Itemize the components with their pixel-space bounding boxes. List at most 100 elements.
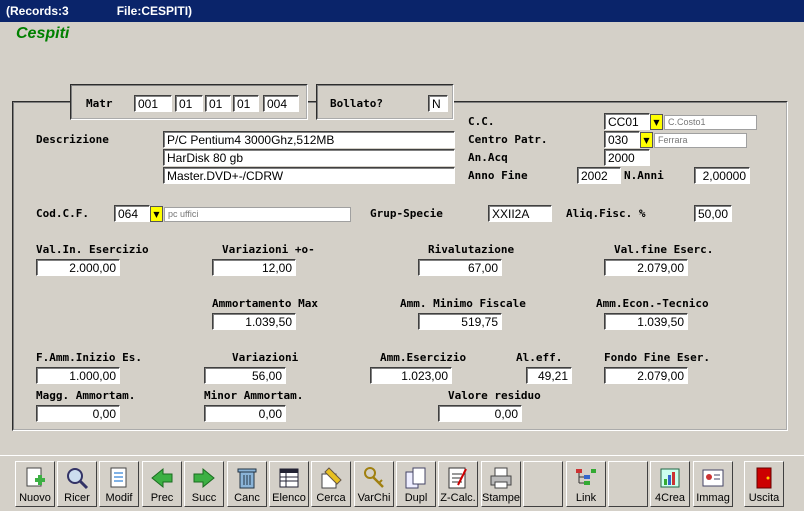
cod-cf-description: pc uffici [164,207,351,222]
create-icon [657,466,683,490]
an-acq-label: An.Acq [468,151,508,164]
prec-button[interactable]: Prec [142,461,182,507]
ammortamento-max-field[interactable]: 1.039,50 [212,313,296,330]
ricer-button[interactable]: Ricer [57,461,97,507]
ammortamento-max-label: Ammortamento Max [212,297,318,310]
chevron-down-icon[interactable]: ▼ [650,114,663,130]
immag-button[interactable]: Immag [693,461,733,507]
centro-patr-field[interactable]: 030 [604,131,640,148]
f-amm-inizio-field[interactable]: 1.000,00 [36,367,120,384]
elenco-label: Elenco [272,492,306,504]
matr-field-2[interactable]: 01 [175,95,203,112]
modif-label: Modif [105,492,133,504]
amm-esercizio-field[interactable]: 1.023,00 [370,367,452,384]
descrizione-line-3[interactable]: Master.DVD+-/CDRW [163,167,455,184]
aliq-fisc-label: Aliq.Fisc. % [566,207,646,220]
edit-document-icon [106,466,132,490]
varchi-label: VarChi [357,492,391,504]
prec-label: Prec [150,492,174,504]
cerca-button[interactable]: Cerca [311,461,351,507]
cerca-label: Cerca [316,492,346,504]
variazioni-pm-label: Variazioni +o- [222,243,315,256]
f-amm-inizio-label: F.Amm.Inizio Es. [36,351,142,364]
magg-ammortam-field[interactable]: 0,00 [36,405,120,422]
rivalutazione-label: Rivalutazione [428,243,515,256]
amm-econ-tecnico-field[interactable]: 1.039,50 [604,313,688,330]
descrizione-line-1[interactable]: P/C Pentium4 3000Ghz,512MB [163,131,455,148]
val-in-esercizio-label: Val.In. Esercizio [36,243,149,256]
variazioni-label: Variazioni [232,351,299,364]
search-icon [64,466,90,490]
exit-door-icon [751,466,777,490]
link-label: Link [575,492,597,504]
rivalutazione-field[interactable]: 67,00 [418,259,502,276]
centro-patr-label: Centro Patr. [468,133,548,146]
amm-minimo-fiscale-label: Amm. Minimo Fiscale [400,297,526,310]
n-anni-field[interactable]: 2,00000 [694,167,750,184]
stampe-button[interactable]: Stampe [481,461,521,507]
magg-ammortam-label: Magg. Ammortam. [36,389,136,402]
valore-residuo-label: Valore residuo [448,389,541,402]
varchi-button[interactable]: VarChi [354,461,394,507]
matr-field-4[interactable]: 01 [233,95,259,112]
canc-label: Canc [234,492,260,504]
minor-ammortam-field[interactable]: 0,00 [204,405,286,422]
cod-cf-label: Cod.C.F. [36,207,89,220]
title-bar: (Records:3 File:CESPITI) [0,0,804,22]
centro-patr-description: Ferrara [654,133,747,148]
matr-field-5[interactable]: 004 [263,95,299,112]
fondo-fine-field[interactable]: 2.079,00 [604,367,688,384]
matr-field-1[interactable]: 001 [134,95,172,112]
grup-specie-label: Grup-Specie [370,207,443,220]
toolbar: Nuovo Ricer Modif Prec Succ Canc Elenco … [0,455,804,511]
dupl-button[interactable]: Dupl [396,461,436,507]
link-button[interactable]: Link [566,461,606,507]
descrizione-line-2[interactable]: HarDisk 80 gb [163,149,455,166]
amm-esercizio-label: Amm.Esercizio [380,351,467,364]
keys-icon [361,466,387,490]
empty-button-1[interactable] [523,461,563,507]
val-fine-eserc-label: Val.fine Eserc. [614,243,714,256]
aliq-fisc-field[interactable]: 50,00 [694,205,732,222]
anno-fine-field[interactable]: 2002 [577,167,621,184]
cc-description: C.Costo1 [664,115,757,130]
file-name: File:CESPITI) [116,4,193,18]
immag-label: Immag [696,492,730,504]
arrow-right-icon [191,466,217,490]
nuovo-button[interactable]: Nuovo [15,461,55,507]
arrow-left-icon [149,466,175,490]
uscita-button[interactable]: Uscita [744,461,784,507]
an-acq-field[interactable]: 2000 [604,149,650,166]
variazioni-field[interactable]: 56,00 [204,367,286,384]
cc-field[interactable]: CC01 [604,113,650,130]
val-in-esercizio-field[interactable]: 2.000,00 [36,259,120,276]
dupl-label: Dupl [404,492,428,504]
chevron-down-icon[interactable]: ▼ [640,132,653,148]
printer-icon [488,466,514,490]
zcalc-button[interactable]: Z-Calc. [438,461,478,507]
empty-button-2[interactable] [608,461,648,507]
copy-icon [403,466,429,490]
al-eff-field[interactable]: 49,21 [526,367,572,384]
amm-minimo-fiscale-field[interactable]: 519,75 [418,313,502,330]
bollato-label: Bollato? [330,97,383,110]
bollato-field[interactable]: N [428,95,448,112]
valore-residuo-field[interactable]: 0,00 [438,405,522,422]
grup-specie-field[interactable]: XXII2A [488,205,552,222]
anno-fine-label: Anno Fine [468,169,528,182]
crea-label: 4Crea [655,492,685,504]
variazioni-pm-field[interactable]: 12,00 [212,259,296,276]
matr-field-3[interactable]: 01 [205,95,231,112]
succ-button[interactable]: Succ [184,461,224,507]
elenco-button[interactable]: Elenco [269,461,309,507]
crea-button[interactable]: 4Crea [650,461,690,507]
modif-button[interactable]: Modif [99,461,139,507]
calculator-icon [445,466,471,490]
ricer-label: Ricer [64,492,90,504]
chevron-down-icon[interactable]: ▼ [150,206,163,222]
new-document-icon [22,466,48,490]
canc-button[interactable]: Canc [227,461,267,507]
val-fine-eserc-field[interactable]: 2.079,00 [604,259,688,276]
link-tree-icon [573,466,599,490]
cod-cf-field[interactable]: 064 [114,205,150,222]
